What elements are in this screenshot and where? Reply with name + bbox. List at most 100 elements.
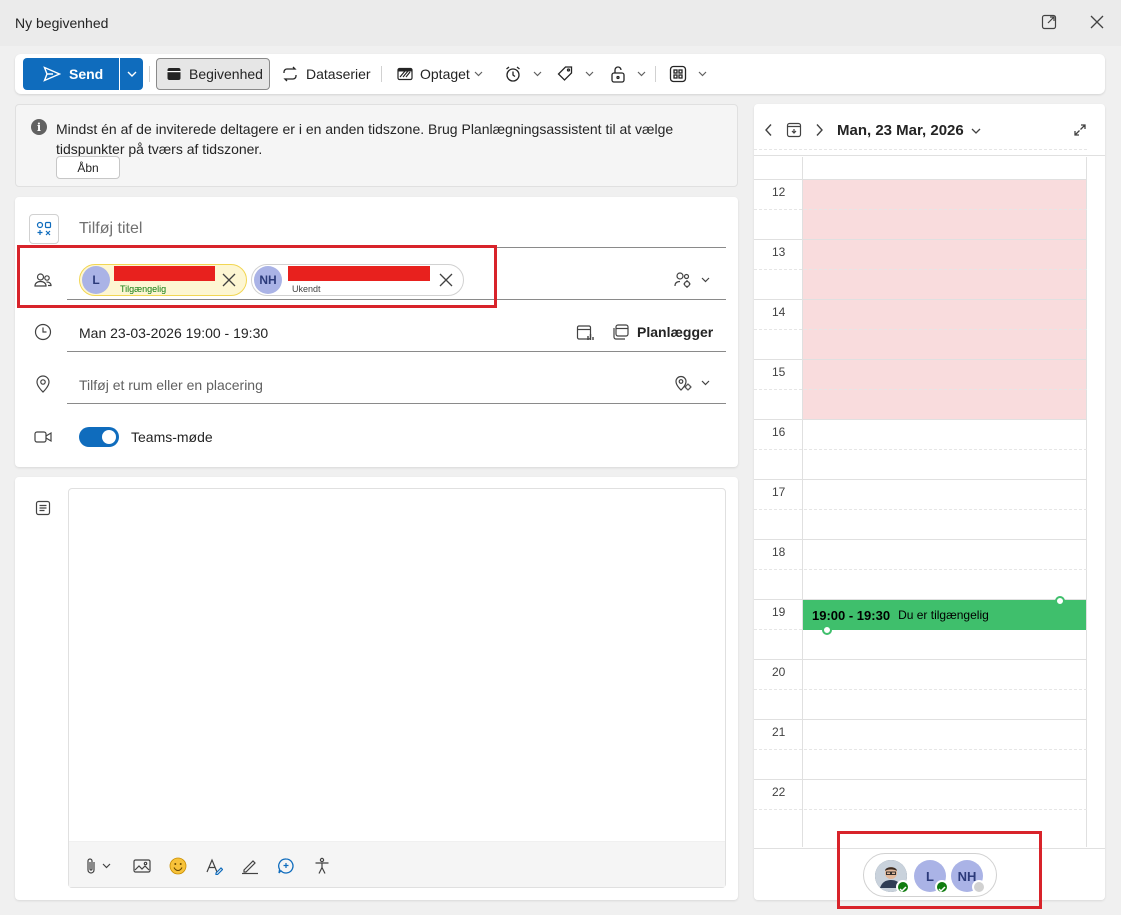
day-calendar-panel: Man, 23 Mar, 2026 12 13 14 15 16 17 18 19 20 21 22… <box>754 104 1105 900</box>
popout-icon[interactable] <box>1039 12 1059 32</box>
calendar-date-label: Man, 23 Mar, 2026 <box>837 122 964 139</box>
today-icon[interactable] <box>786 122 802 141</box>
send-button[interactable]: Send <box>23 58 119 90</box>
event-button[interactable]: Begivenhed <box>156 58 270 90</box>
apps-button[interactable] <box>669 58 714 90</box>
hour-line <box>754 419 1087 420</box>
scheduler-label: Planlægger <box>637 324 714 340</box>
series-button[interactable]: Dataserier <box>281 58 371 90</box>
signature-icon[interactable] <box>240 856 260 876</box>
date-picker-button[interactable]: Man, 23 Mar, 2026 <box>837 122 981 139</box>
hour-label: 22 <box>772 785 786 799</box>
chevron-right-icon[interactable] <box>814 123 824 140</box>
expand-icon[interactable] <box>1073 123 1087 140</box>
half-hour-line <box>754 689 1087 690</box>
reminder-button[interactable] <box>504 58 549 90</box>
half-hour-line <box>754 149 1087 150</box>
half-hour-line <box>754 269 1087 270</box>
hour-label: 17 <box>772 485 786 499</box>
hour-line <box>754 539 1087 540</box>
video-icon <box>32 426 54 448</box>
teams-label: Teams-møde <box>131 429 213 445</box>
calendar-icon <box>167 68 181 80</box>
clock-icon <box>32 321 54 343</box>
time-grid: 12 13 14 15 16 17 18 19 20 21 22 19:00 - 19:30 Du … <box>754 149 1105 847</box>
title-input[interactable]: Tilføj titel <box>79 220 142 238</box>
hour-label: 15 <box>772 365 786 379</box>
open-button[interactable]: Åbn <box>56 156 120 179</box>
chevron-down-icon <box>701 380 710 386</box>
toolbar-divider <box>381 66 382 82</box>
location-icon <box>32 373 54 395</box>
chevron-down-icon <box>637 71 646 77</box>
scheduler-button[interactable]: Planlægger <box>612 323 713 341</box>
busy-status-button[interactable]: Optaget <box>397 58 490 90</box>
editor-toolbar <box>69 841 725 887</box>
half-hour-line <box>754 329 1087 330</box>
hour-label: 16 <box>772 425 786 439</box>
proposed-event-block[interactable]: 19:00 - 19:30 Du er tilgængelig <box>803 600 1086 630</box>
accessibility-icon[interactable] <box>312 856 332 876</box>
attach-icon[interactable] <box>85 856 115 876</box>
sensitivity-button[interactable] <box>610 58 653 90</box>
attendee-options-button[interactable] <box>674 271 710 289</box>
event-text: Du er tilgængelig <box>898 608 989 622</box>
grid-divider <box>1086 157 1087 847</box>
location-input[interactable]: Tilføj et rum eller en placering <box>79 377 263 393</box>
busy-label: Optaget <box>420 66 470 82</box>
title-options-button[interactable] <box>29 214 59 244</box>
chevron-left-icon[interactable] <box>764 123 774 140</box>
half-hour-line <box>754 209 1087 210</box>
category-button[interactable] <box>556 58 601 90</box>
location-options-button[interactable] <box>674 374 710 392</box>
event-resize-handle[interactable] <box>1055 596 1065 606</box>
title-bar: Ny begivenhed <box>0 0 1121 46</box>
timezone-chart-icon[interactable] <box>576 324 594 345</box>
chevron-down-icon <box>474 71 483 77</box>
image-icon[interactable] <box>132 856 152 876</box>
event-time: 19:00 - 19:30 <box>812 607 891 623</box>
chevron-down-icon <box>585 71 594 77</box>
tag-icon <box>557 66 573 81</box>
body-editor[interactable] <box>68 488 726 888</box>
format-text-icon[interactable] <box>204 856 224 876</box>
busy-icon <box>397 67 413 81</box>
toolbar-divider <box>149 66 150 82</box>
hour-label: 12 <box>772 185 786 199</box>
event-label: Begivenhed <box>189 66 263 82</box>
people-settings-icon <box>674 272 691 288</box>
command-toolbar: Send Begivenhed Dataserier Optaget <box>15 54 1105 94</box>
send-options-button[interactable] <box>120 58 143 90</box>
event-resize-handle[interactable] <box>822 625 832 635</box>
half-hour-line <box>754 809 1087 810</box>
chevron-down-icon <box>698 71 707 77</box>
toggle-knob <box>102 430 116 444</box>
datetime-field[interactable]: Man 23-03-2026 19:00 - 19:30 <box>79 325 268 341</box>
half-hour-line <box>754 449 1087 450</box>
hour-label: 13 <box>772 245 786 259</box>
hour-label: 18 <box>772 545 786 559</box>
lock-icon <box>611 66 625 83</box>
close-icon[interactable] <box>1087 12 1107 32</box>
teams-toggle[interactable] <box>79 427 119 447</box>
chevron-down-icon <box>971 128 981 134</box>
chevron-down-icon <box>127 71 136 77</box>
notes-icon <box>32 497 54 519</box>
toolbar-divider <box>655 66 656 82</box>
hour-line <box>754 299 1087 300</box>
highlight-box <box>837 831 1042 909</box>
hour-label: 21 <box>772 725 786 739</box>
half-hour-line <box>754 509 1087 510</box>
info-icon: i <box>31 119 47 135</box>
hour-line <box>754 719 1087 720</box>
scheduler-icon <box>613 324 629 340</box>
apps-icon <box>669 65 687 83</box>
emoji-icon[interactable] <box>168 856 188 876</box>
hour-label: 19 <box>772 605 786 619</box>
datetime-underline <box>67 351 726 352</box>
hour-label: 14 <box>772 305 786 319</box>
send-icon <box>43 66 61 82</box>
copilot-icon[interactable] <box>276 856 296 876</box>
hour-line <box>754 239 1087 240</box>
info-message: Mindst én af de inviterede deltagere er … <box>56 121 674 157</box>
